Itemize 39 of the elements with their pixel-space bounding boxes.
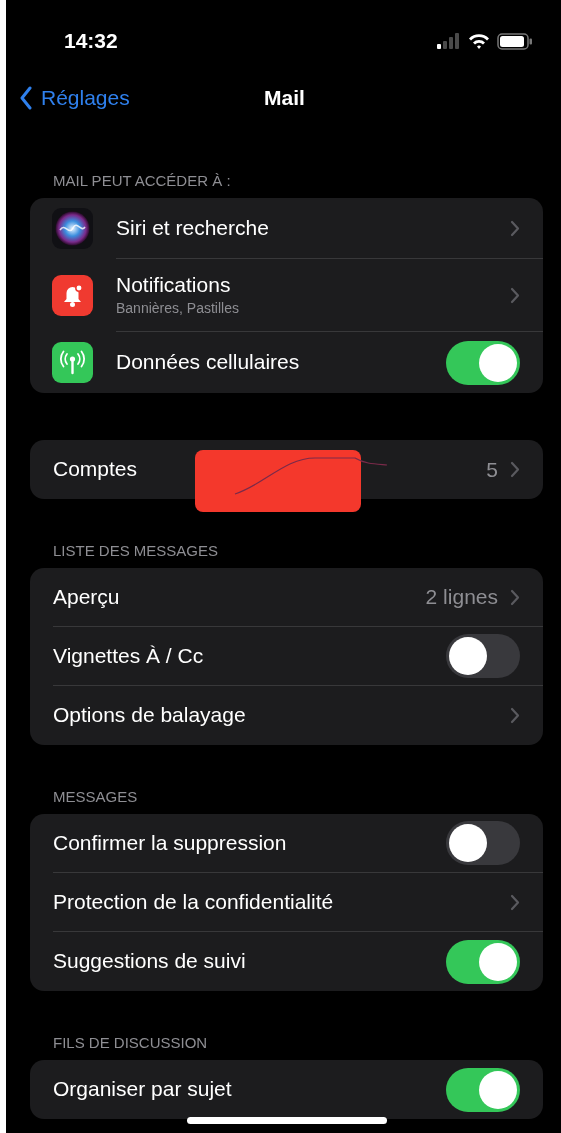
siri-orb-icon xyxy=(52,208,93,249)
back-button[interactable]: Réglages xyxy=(6,82,130,114)
status-time: 14:32 xyxy=(64,28,118,55)
toggle-switch[interactable] xyxy=(446,821,520,865)
row-label: Aperçu xyxy=(53,583,120,610)
row-label: Comptes xyxy=(53,456,138,483)
row-label: Suggestions de suivi xyxy=(53,948,246,975)
toggle-switch[interactable] xyxy=(446,340,520,385)
row-label: Données cellulaires xyxy=(116,349,300,376)
row-label: Options de balayage xyxy=(53,702,246,729)
row-label: Vignettes À / Cc xyxy=(53,642,204,669)
chevron-icon xyxy=(510,219,520,237)
section-header: FILS DE DISCUSSION xyxy=(52,1034,209,1053)
toggle-switch[interactable] xyxy=(446,1067,520,1112)
row-label: Protection de la confidentialité xyxy=(53,888,334,915)
row-value: 2 lignes xyxy=(425,584,498,611)
section-header: MAIL PEUT ACCÉDER À : xyxy=(52,172,232,191)
chevron-icon xyxy=(510,893,520,911)
chevron-icon xyxy=(510,286,520,304)
chevron-icon xyxy=(510,707,520,724)
wifi-icon xyxy=(468,33,490,49)
section-header: MESSAGES xyxy=(52,788,139,807)
row-subtitle: Bannières, Pastilles xyxy=(116,300,239,318)
row-label: Notifications xyxy=(116,272,231,299)
battery-icon xyxy=(497,32,533,50)
back-chevron-icon xyxy=(19,86,33,110)
chevron-icon xyxy=(510,588,520,606)
page-title: Mail xyxy=(264,85,305,112)
row-value: 5 xyxy=(486,456,498,483)
chevron-icon xyxy=(510,461,520,478)
bell-icon xyxy=(52,275,93,316)
row-label: Siri et recherche xyxy=(116,214,269,241)
row-label: Confirmer la suppression xyxy=(53,829,287,856)
row-label: Organiser par sujet xyxy=(53,1076,232,1103)
toggle-switch[interactable] xyxy=(446,634,520,678)
antenna-icon xyxy=(52,342,93,383)
signal-icon xyxy=(437,33,461,49)
section-header: LISTE DES MESSAGES xyxy=(52,542,220,561)
toggle-switch[interactable] xyxy=(446,939,520,984)
